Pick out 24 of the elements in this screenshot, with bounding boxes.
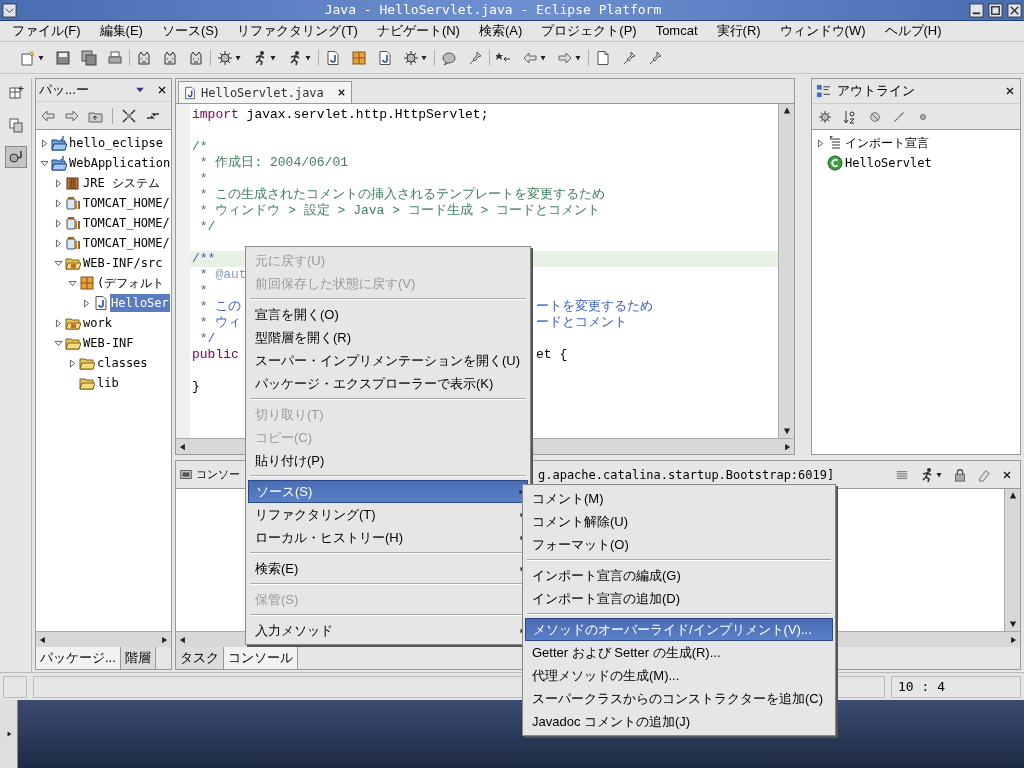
code-line: ードとコメント — [536, 315, 627, 331]
code-line: ートを変更するため — [536, 299, 653, 315]
code-line: public — [192, 347, 239, 363]
code-line: et { — [536, 347, 568, 363]
panel-title: コンソー — [196, 467, 240, 483]
code-line: * @aut — [198, 267, 247, 283]
code-line: */ — [198, 219, 216, 235]
code-line: /* — [192, 139, 208, 155]
panel-title: パッ...ー — [39, 81, 90, 100]
code-line: * 作成日: 2004/06/01 — [198, 155, 349, 171]
code-line: import javax.servlet.http.HttpServlet; — [192, 107, 489, 123]
panel-title: g.apache.catalina.startup.Bootstrap:6019] — [538, 466, 835, 484]
panel-title: アウトライン — [837, 82, 916, 101]
code-line: * — [198, 171, 208, 187]
code-line: * — [198, 283, 208, 299]
window-title: Java - HelloServlet.java - Eclipse Platform — [324, 1, 662, 20]
code-line: * ウィ — [198, 315, 242, 331]
code-line: * ウィンドウ > 設定 > Java > コード生成 > コードとコメント — [198, 203, 601, 219]
code-line: */ — [198, 331, 216, 347]
cursor-position: 10 : 4 — [898, 677, 945, 696]
code-line: * この — [198, 299, 242, 315]
code-line: /** — [192, 251, 216, 267]
code-line: } — [192, 379, 200, 395]
code-line: * この生成されたコメントの挿入されるテンプレートを変更するため — [198, 187, 606, 203]
